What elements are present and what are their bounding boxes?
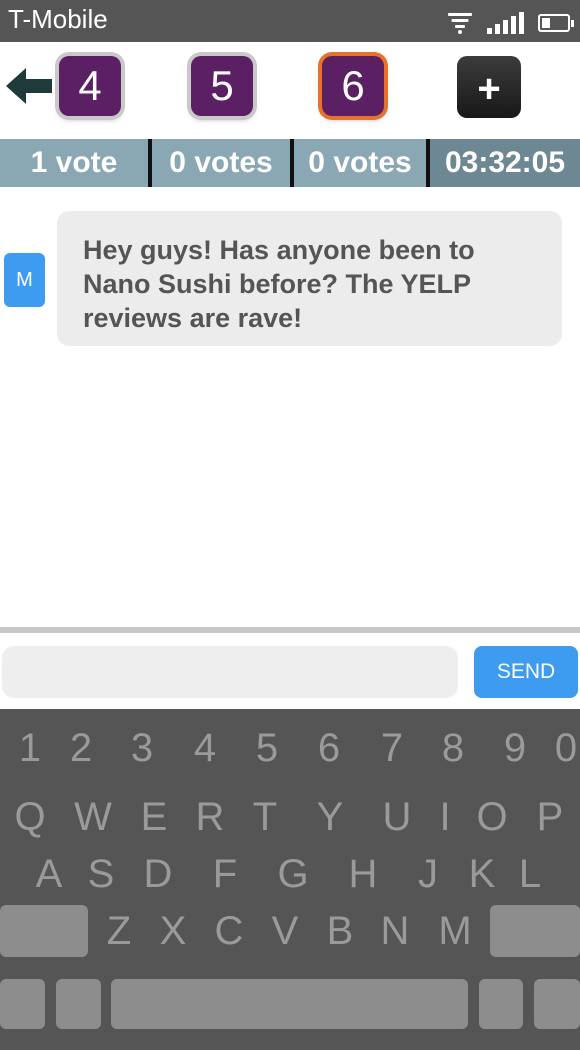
option-tab-5[interactable]: 5 (191, 56, 253, 116)
key[interactable]: 3 (117, 724, 167, 772)
key[interactable]: B (315, 907, 365, 955)
key[interactable]: E (129, 793, 179, 841)
arrow-left-icon[interactable] (6, 66, 54, 106)
key[interactable]: 6 (304, 724, 354, 772)
function-key[interactable] (479, 979, 523, 1029)
keyboard: 1 2 3 4 5 6 7 8 9 0 Q W E R T Y U I O P … (0, 709, 580, 1050)
message-bubble: Hey guys! Has anyone been to Nano Sushi … (57, 211, 562, 346)
key[interactable]: Z (94, 907, 144, 955)
key[interactable]: U (372, 793, 422, 841)
key[interactable]: I (420, 793, 470, 841)
key[interactable]: 1 (5, 724, 55, 772)
vote-bar: 1 vote 0 votes 0 votes 03:32:05 (0, 139, 580, 187)
key[interactable]: N (370, 907, 420, 955)
key[interactable]: A (24, 850, 74, 898)
key[interactable]: H (338, 850, 388, 898)
send-button[interactable]: SEND (474, 646, 578, 698)
key[interactable]: G (268, 850, 318, 898)
avatar[interactable]: M (4, 253, 45, 307)
key[interactable]: Q (5, 793, 55, 841)
key[interactable]: S (76, 850, 126, 898)
key[interactable]: J (403, 850, 453, 898)
add-option-button[interactable]: + (457, 56, 521, 118)
keyboard-row-2: A S D F G H J K L (0, 850, 580, 898)
key[interactable]: 7 (367, 724, 417, 772)
key[interactable]: 8 (428, 724, 478, 772)
key[interactable]: 0 (541, 724, 580, 772)
option-tab-6[interactable]: 6 (322, 56, 384, 116)
keyboard-row-1: Q W E R T Y U I O P (0, 793, 580, 841)
key[interactable]: F (200, 850, 250, 898)
key[interactable]: P (525, 793, 575, 841)
vote-count-option-4: 1 vote (0, 139, 152, 187)
key[interactable]: K (457, 850, 507, 898)
key[interactable]: 2 (56, 724, 106, 772)
status-icons (447, 8, 574, 34)
key[interactable]: O (467, 793, 517, 841)
keyboard-number-row: 1 2 3 4 5 6 7 8 9 0 (0, 724, 580, 772)
key[interactable]: 5 (242, 724, 292, 772)
countdown-timer: 03:32:05 (430, 139, 580, 187)
battery-icon (538, 14, 574, 32)
divider (0, 627, 580, 633)
function-key[interactable] (56, 979, 101, 1029)
key[interactable]: D (133, 850, 183, 898)
vote-count-option-5: 0 votes (152, 139, 294, 187)
key[interactable]: X (148, 907, 198, 955)
key[interactable]: W (68, 793, 118, 841)
key[interactable]: 9 (490, 724, 540, 772)
function-key[interactable] (0, 979, 45, 1029)
key[interactable]: Y (305, 793, 355, 841)
key[interactable]: T (240, 793, 290, 841)
option-tab-4[interactable]: 4 (59, 56, 121, 116)
space-key[interactable] (111, 979, 468, 1029)
key[interactable]: R (185, 793, 235, 841)
signal-icon (487, 12, 524, 34)
key[interactable]: 4 (180, 724, 230, 772)
key[interactable]: L (505, 850, 555, 898)
key[interactable]: M (430, 907, 480, 955)
wifi-icon (447, 12, 473, 34)
message-input[interactable] (2, 646, 458, 698)
carrier-name: T-Mobile (8, 4, 108, 34)
status-bar: T-Mobile (0, 0, 580, 42)
backspace-key[interactable] (490, 905, 580, 957)
key[interactable]: C (204, 907, 254, 955)
function-key[interactable] (534, 979, 580, 1029)
vote-count-option-6: 0 votes (294, 139, 430, 187)
key[interactable]: V (260, 907, 310, 955)
